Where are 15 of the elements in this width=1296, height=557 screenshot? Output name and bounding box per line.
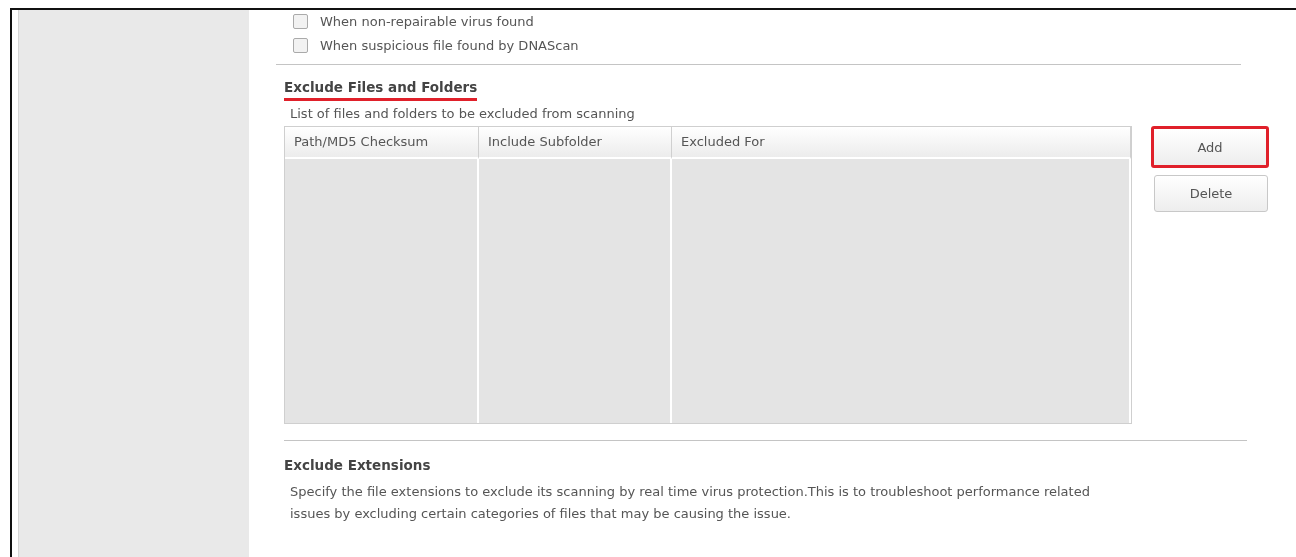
checkbox-label: When suspicious file found by DNAScan <box>320 37 579 53</box>
delete-button[interactable]: Delete <box>1154 175 1268 212</box>
column-header[interactable]: Excluded For <box>672 127 1131 159</box>
checkbox[interactable] <box>293 13 308 29</box>
section-description: List of files and folders to be excluded from scanning <box>289 105 636 123</box>
checkbox[interactable] <box>293 37 308 53</box>
column-header[interactable]: Path/MD5 Checksum <box>285 127 479 159</box>
section-heading: Exclude Files and Folders <box>284 79 478 101</box>
notification-checkbox[interactable]: When non-repairable virus found <box>293 12 1296 30</box>
notification-checkbox[interactable]: When suspicious file found by DNAScan <box>293 36 1296 54</box>
add-button[interactable]: Add <box>1151 126 1269 168</box>
column-header[interactable]: Include Subfolder <box>479 127 672 159</box>
section-heading: Exclude Extensions <box>284 457 431 475</box>
section-description: Specify the file extensions to exclude its scanning by real time virus protection.This is to troubleshoot performance related issues by excluding certain categories of files that may be causing the issue. <box>289 483 1091 523</box>
checkbox-label: When non-repairable virus found <box>320 13 534 29</box>
